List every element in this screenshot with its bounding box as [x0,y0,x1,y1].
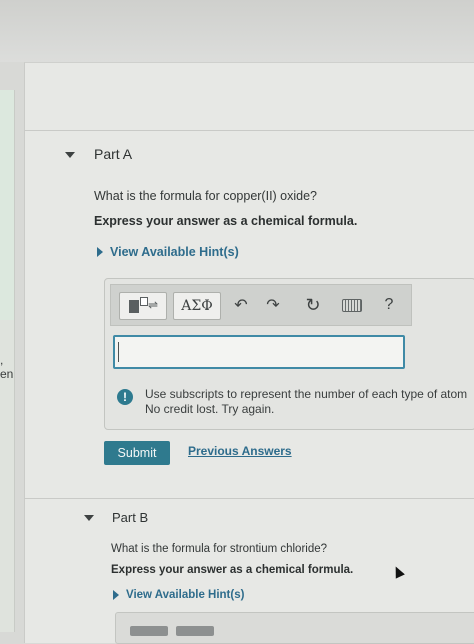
undo-button[interactable]: ↶ [229,292,253,318]
greek-symbols-button[interactable]: ΑΣΦ [173,292,221,320]
help-icon: ? [384,296,394,313]
reset-button[interactable]: ↻ [301,292,325,318]
keyboard-button[interactable] [339,292,365,318]
part-b-divider [24,498,474,499]
hint-expand-icon [113,590,119,600]
left-text-fragment-1: , [0,353,4,367]
left-text-fragment-2: en [0,367,14,381]
part-b-question: What is the formula for strontium chlori… [111,543,328,555]
part-a-instruction: Express your answer as a chemical formul… [94,214,358,228]
template-button[interactable]: ⇌ [119,292,167,320]
answer-input[interactable] [113,335,405,369]
part-a-title[interactable]: Part A [94,146,132,162]
left-sidebar-highlight [0,90,14,320]
part-a-hint-label: View Available Hint(s) [110,245,239,259]
feedback-message: Use subscripts to represent the number o… [145,387,474,417]
part-b-answer-container [115,612,474,644]
part-b-hint-label: View Available Hint(s) [126,589,245,601]
template-icon: ⇌ [123,294,163,318]
part-a-question: What is the formula for copper(II) oxide… [94,189,318,203]
part-b-collapse-icon[interactable] [84,515,94,521]
warning-icon: ! [117,389,133,405]
part-b-toolbar-button[interactable] [130,626,168,636]
submit-button[interactable]: Submit [104,441,170,465]
part-b-title[interactable]: Part B [112,510,148,525]
keyboard-icon [342,298,362,312]
part-a-divider [24,130,474,131]
part-a-collapse-icon[interactable] [65,152,75,158]
feedback-line-1: Use subscripts to represent the number o… [145,387,468,401]
reset-icon: ↻ [305,294,321,315]
math-toolbar: ⇌ ΑΣΦ ↶ ↷ ↻ ? [110,284,412,326]
part-a-hint-link[interactable]: View Available Hint(s) [97,245,239,259]
text-cursor [118,342,119,362]
redo-icon: ↷ [266,297,280,314]
feedback-line-2: No credit lost. Try again. [145,402,275,416]
help-button[interactable]: ? [377,292,401,318]
part-b-toolbar-button[interactable] [176,626,214,636]
top-background [0,0,474,62]
part-b-hint-link[interactable]: View Available Hint(s) [113,589,244,601]
hint-expand-icon [97,247,103,257]
greek-symbols-label: ΑΣΦ [181,298,213,314]
previous-answers-link[interactable]: Previous Answers [188,444,292,458]
undo-icon: ↶ [234,297,248,314]
part-b-instruction: Express your answer as a chemical formul… [111,564,354,576]
redo-button[interactable]: ↷ [261,292,285,318]
